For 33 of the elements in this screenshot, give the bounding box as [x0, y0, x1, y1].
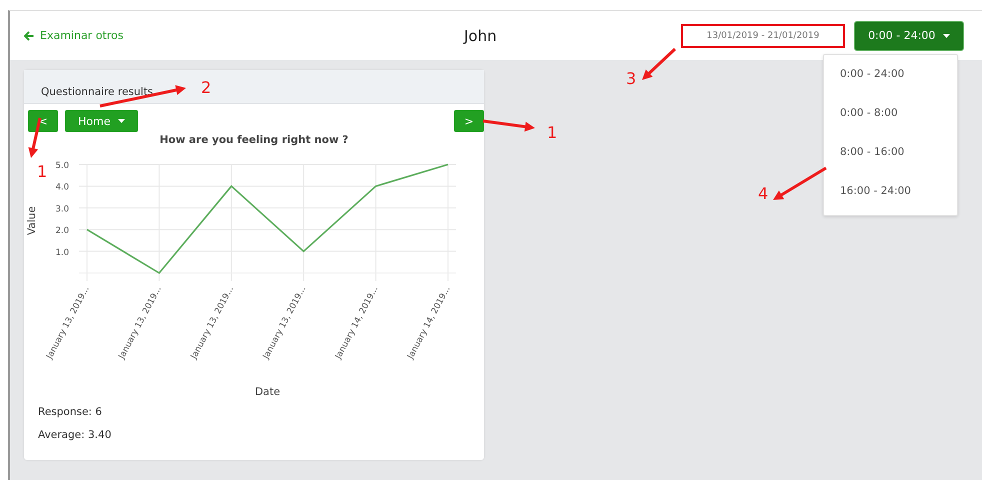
- x-axis-label: Date: [254, 386, 280, 398]
- annotation-arrow: [773, 166, 827, 200]
- back-link[interactable]: Examinar otros: [24, 29, 464, 42]
- menu-item[interactable]: 0:00 - 24:00: [824, 56, 957, 96]
- menu-item[interactable]: 0:00 - 8:00: [824, 96, 957, 134]
- annotation-number: 3: [626, 69, 636, 88]
- menu-item[interactable]: 8:00 - 16:00: [824, 134, 957, 174]
- date-range-field[interactable]: 13/01/2019 - 21/01/2019: [681, 24, 845, 48]
- time-range-button[interactable]: 0:00 - 24:00: [854, 20, 964, 50]
- stat-text: Response: 6: [38, 406, 103, 420]
- chart-title: How are you feeling right now ?: [158, 134, 350, 146]
- annotation-arrow: [642, 48, 676, 80]
- category-dropdown[interactable]: Home: [65, 110, 138, 132]
- annotation-number: 4: [758, 184, 768, 203]
- menu-item[interactable]: 16:00 - 24:00: [824, 174, 957, 212]
- annotation-arrow: [482, 120, 535, 132]
- back-arrow-icon: [24, 30, 34, 40]
- patient-name: John: [464, 26, 498, 44]
- y-axis-label: Value: [26, 206, 38, 236]
- annotation-number: 1: [547, 123, 558, 142]
- stat-text: Average: 3.40: [38, 429, 112, 443]
- y-tick-label: 2.0: [55, 226, 69, 236]
- y-tick-label: 4.0: [55, 182, 69, 193]
- annotation-number: 1: [37, 162, 48, 181]
- caret-icon: [942, 34, 950, 38]
- y-tick-label: 1.0: [55, 248, 69, 258]
- card-title: Questionnaire results: [41, 86, 154, 100]
- caret-icon: [118, 119, 125, 124]
- y-tick-label: 5.0: [55, 161, 69, 171]
- annotation-arrow: [28, 118, 42, 158]
- y-tick-label: 3.0: [55, 204, 69, 214]
- next-button[interactable]: >: [454, 110, 484, 132]
- annotation-number: 2: [201, 78, 212, 97]
